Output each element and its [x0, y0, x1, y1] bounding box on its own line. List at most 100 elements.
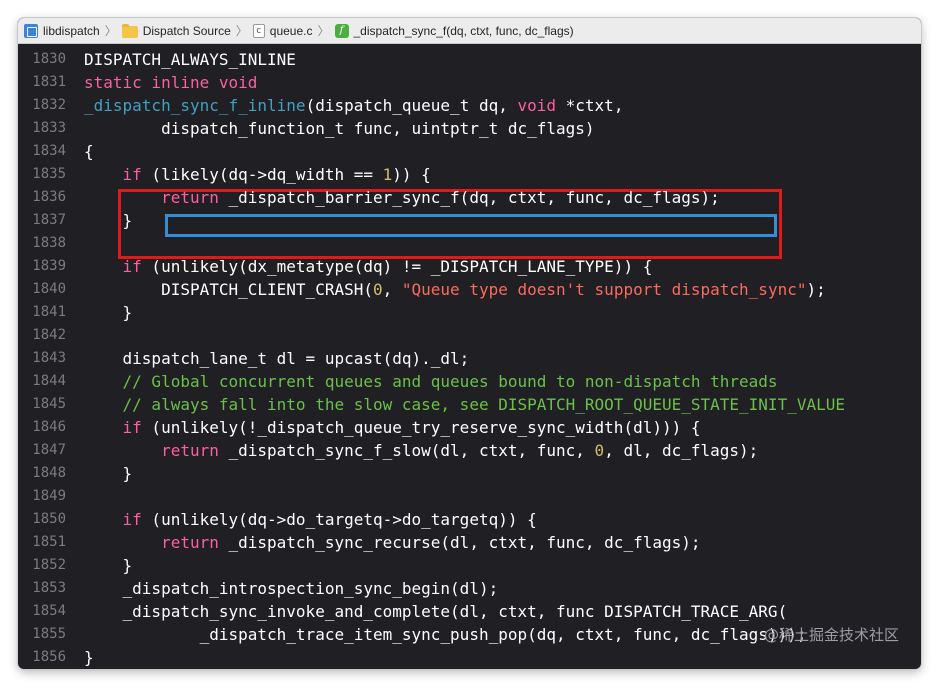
line-number: 1852: [32, 557, 66, 573]
code-text: DISPATCH_CLIENT_CRASH(0, "Queue type doe…: [84, 278, 826, 301]
code-line: 1834 {: [18, 140, 921, 163]
code-token: if: [122, 257, 142, 276]
breadcrumb-item-project[interactable]: libdispatch: [24, 23, 100, 38]
code-token: void: [517, 96, 557, 115]
code-line: 1836 return _dispatch_barrier_sync_f(dq,…: [18, 186, 921, 209]
code-token: dispatch_lane_t dl = upcast(dq)._dl;: [84, 349, 470, 368]
code-text: if (unlikely(dx_metatype(dq) != _DISPATC…: [84, 255, 653, 278]
line-number: 1835: [32, 166, 66, 182]
code-text: dispatch_function_t func, uintptr_t dc_f…: [84, 117, 595, 140]
source-editor[interactable]: 1830 DISPATCH_ALWAYS_INLINE 1831 static inl…: [18, 44, 921, 669]
breadcrumb-label: queue.c: [269, 23, 313, 38]
line-number: 1848: [32, 465, 66, 481]
code-token: _dispatch_introspection_sync_begin(dl);: [84, 579, 499, 598]
code-token: DISPATCH_ALWAYS_INLINE: [84, 50, 296, 69]
project-icon: [24, 23, 38, 38]
code-token: 0: [594, 441, 605, 460]
code-token: }: [84, 211, 133, 230]
code-token: (unlikely(!_dispatch_queue_try_reserve_s…: [141, 418, 701, 437]
line-number: 1841: [32, 304, 66, 320]
chevron-right-icon: 〉: [317, 24, 330, 38]
code-token: }: [84, 648, 94, 667]
code-token: 0: [372, 280, 383, 299]
breadcrumb-label: libdispatch: [43, 23, 100, 38]
code-token: return: [161, 188, 219, 207]
line-number: 1846: [32, 419, 66, 435]
chevron-right-icon: 〉: [235, 24, 248, 38]
code-line: 1844 // Global concurrent queues and que…: [18, 370, 921, 393]
code-line: 1832 _dispatch_sync_f_inline(dispatch_que…: [18, 94, 921, 117]
code-token: return: [161, 533, 219, 552]
code-token: "Queue type doesn't support dispatch_syn…: [401, 280, 807, 299]
code-line: 1853 _dispatch_introspection_sync_begin(…: [18, 577, 921, 600]
code-text: _dispatch_sync_invoke_and_complete(dl, c…: [84, 600, 788, 623]
code-text: dispatch_lane_t dl = upcast(dq)._dl;: [84, 347, 470, 370]
code-line: 1840 DISPATCH_CLIENT_CRASH(0, "Queue typ…: [18, 278, 921, 301]
code-token: _dispatch_sync_f_inline: [84, 96, 306, 115]
line-number: 1839: [32, 258, 66, 274]
code-line: 1850 if (unlikely(dq->do_targetq->do_tar…: [18, 508, 921, 531]
code-text: return _dispatch_sync_f_slow(dl, ctxt, f…: [84, 439, 758, 462]
line-number: 1832: [32, 97, 66, 113]
code-line: 1856}: [18, 646, 921, 669]
code-line: 1846 if (unlikely(!_dispatch_queue_try_r…: [18, 416, 921, 439]
code-text: return _dispatch_barrier_sync_f(dq, ctxt…: [84, 186, 720, 209]
code-text: // always fall into the slow case, see D…: [84, 393, 845, 416]
code-text: return _dispatch_sync_recurse(dl, ctxt, …: [84, 531, 701, 554]
code-text: _dispatch_sync_f_inline(dispatch_queue_t…: [84, 94, 623, 117]
line-number: 1840: [32, 281, 66, 297]
code-line: 1852 }: [18, 554, 921, 577]
code-line: 1848 }: [18, 462, 921, 485]
code-line: 1847 return _dispatch_sync_f_slow(dl, ct…: [18, 439, 921, 462]
breadcrumb-label: Dispatch Source: [142, 23, 231, 38]
code-line: 1849: [18, 485, 921, 508]
code-text: {: [84, 140, 94, 163]
code-text: DISPATCH_ALWAYS_INLINE: [84, 48, 296, 71]
line-number: 1836: [32, 189, 66, 205]
jump-bar: libdispatch 〉 Dispatch Source 〉 c queue.…: [18, 18, 921, 44]
code-line: 1843 dispatch_lane_t dl = upcast(dq)._dl…: [18, 347, 921, 370]
line-number: 1851: [32, 534, 66, 550]
code-text: }: [84, 646, 94, 669]
breadcrumb-item-folder[interactable]: Dispatch Source: [121, 23, 231, 38]
code-token: if: [122, 510, 142, 529]
code-token: if: [122, 418, 142, 437]
code-line: 1837 }: [18, 209, 921, 232]
code-token: *ctxt,: [556, 96, 624, 115]
line-number: 1831: [32, 74, 66, 90]
line-number: 1842: [32, 327, 66, 343]
code-token: DISPATCH_CLIENT_CRASH(: [84, 280, 373, 299]
line-number: 1830: [32, 51, 66, 67]
line-number: 1850: [32, 511, 66, 527]
code-line: 1842: [18, 324, 921, 347]
code-token: , dl, dc_flags);: [604, 441, 759, 460]
code-text: static inline void: [84, 71, 257, 94]
breadcrumb-item-function[interactable]: f _dispatch_sync_f(dq, ctxt, func, dc_fl…: [334, 23, 574, 38]
code-line: 1854 _dispatch_sync_invoke_and_complete(…: [18, 600, 921, 623]
line-number: 1833: [32, 120, 66, 136]
code-token: // Global concurrent queues and queues b…: [122, 372, 778, 391]
code-token: {: [84, 142, 94, 161]
code-token: _dispatch_sync_recurse(dl, ctxt, func, d…: [218, 533, 701, 552]
function-icon: f: [334, 23, 349, 38]
line-number: 1853: [32, 580, 66, 596]
code-token: }: [84, 303, 133, 322]
code-token: )) {: [392, 165, 431, 184]
code-line: 1830 DISPATCH_ALWAYS_INLINE: [18, 48, 921, 71]
code-token: dispatch_function_t func, uintptr_t dc_f…: [84, 119, 595, 138]
line-number: 1837: [32, 212, 66, 228]
code-line: 1833 dispatch_function_t func, uintptr_t…: [18, 117, 921, 140]
code-token: (unlikely(dq->do_targetq->do_targetq)) {: [141, 510, 537, 529]
code-text: // Global concurrent queues and queues b…: [84, 370, 778, 393]
code-line: 1838: [18, 232, 921, 255]
breadcrumb-item-file[interactable]: c queue.c: [252, 23, 313, 38]
breadcrumb-label: _dispatch_sync_f(dq, ctxt, func, dc_flag…: [353, 23, 574, 38]
code-token: // always fall into the slow case, see D…: [122, 395, 845, 414]
line-number: 1854: [32, 603, 66, 619]
code-text: if (likely(dq->dq_width == 1)) {: [84, 163, 431, 186]
